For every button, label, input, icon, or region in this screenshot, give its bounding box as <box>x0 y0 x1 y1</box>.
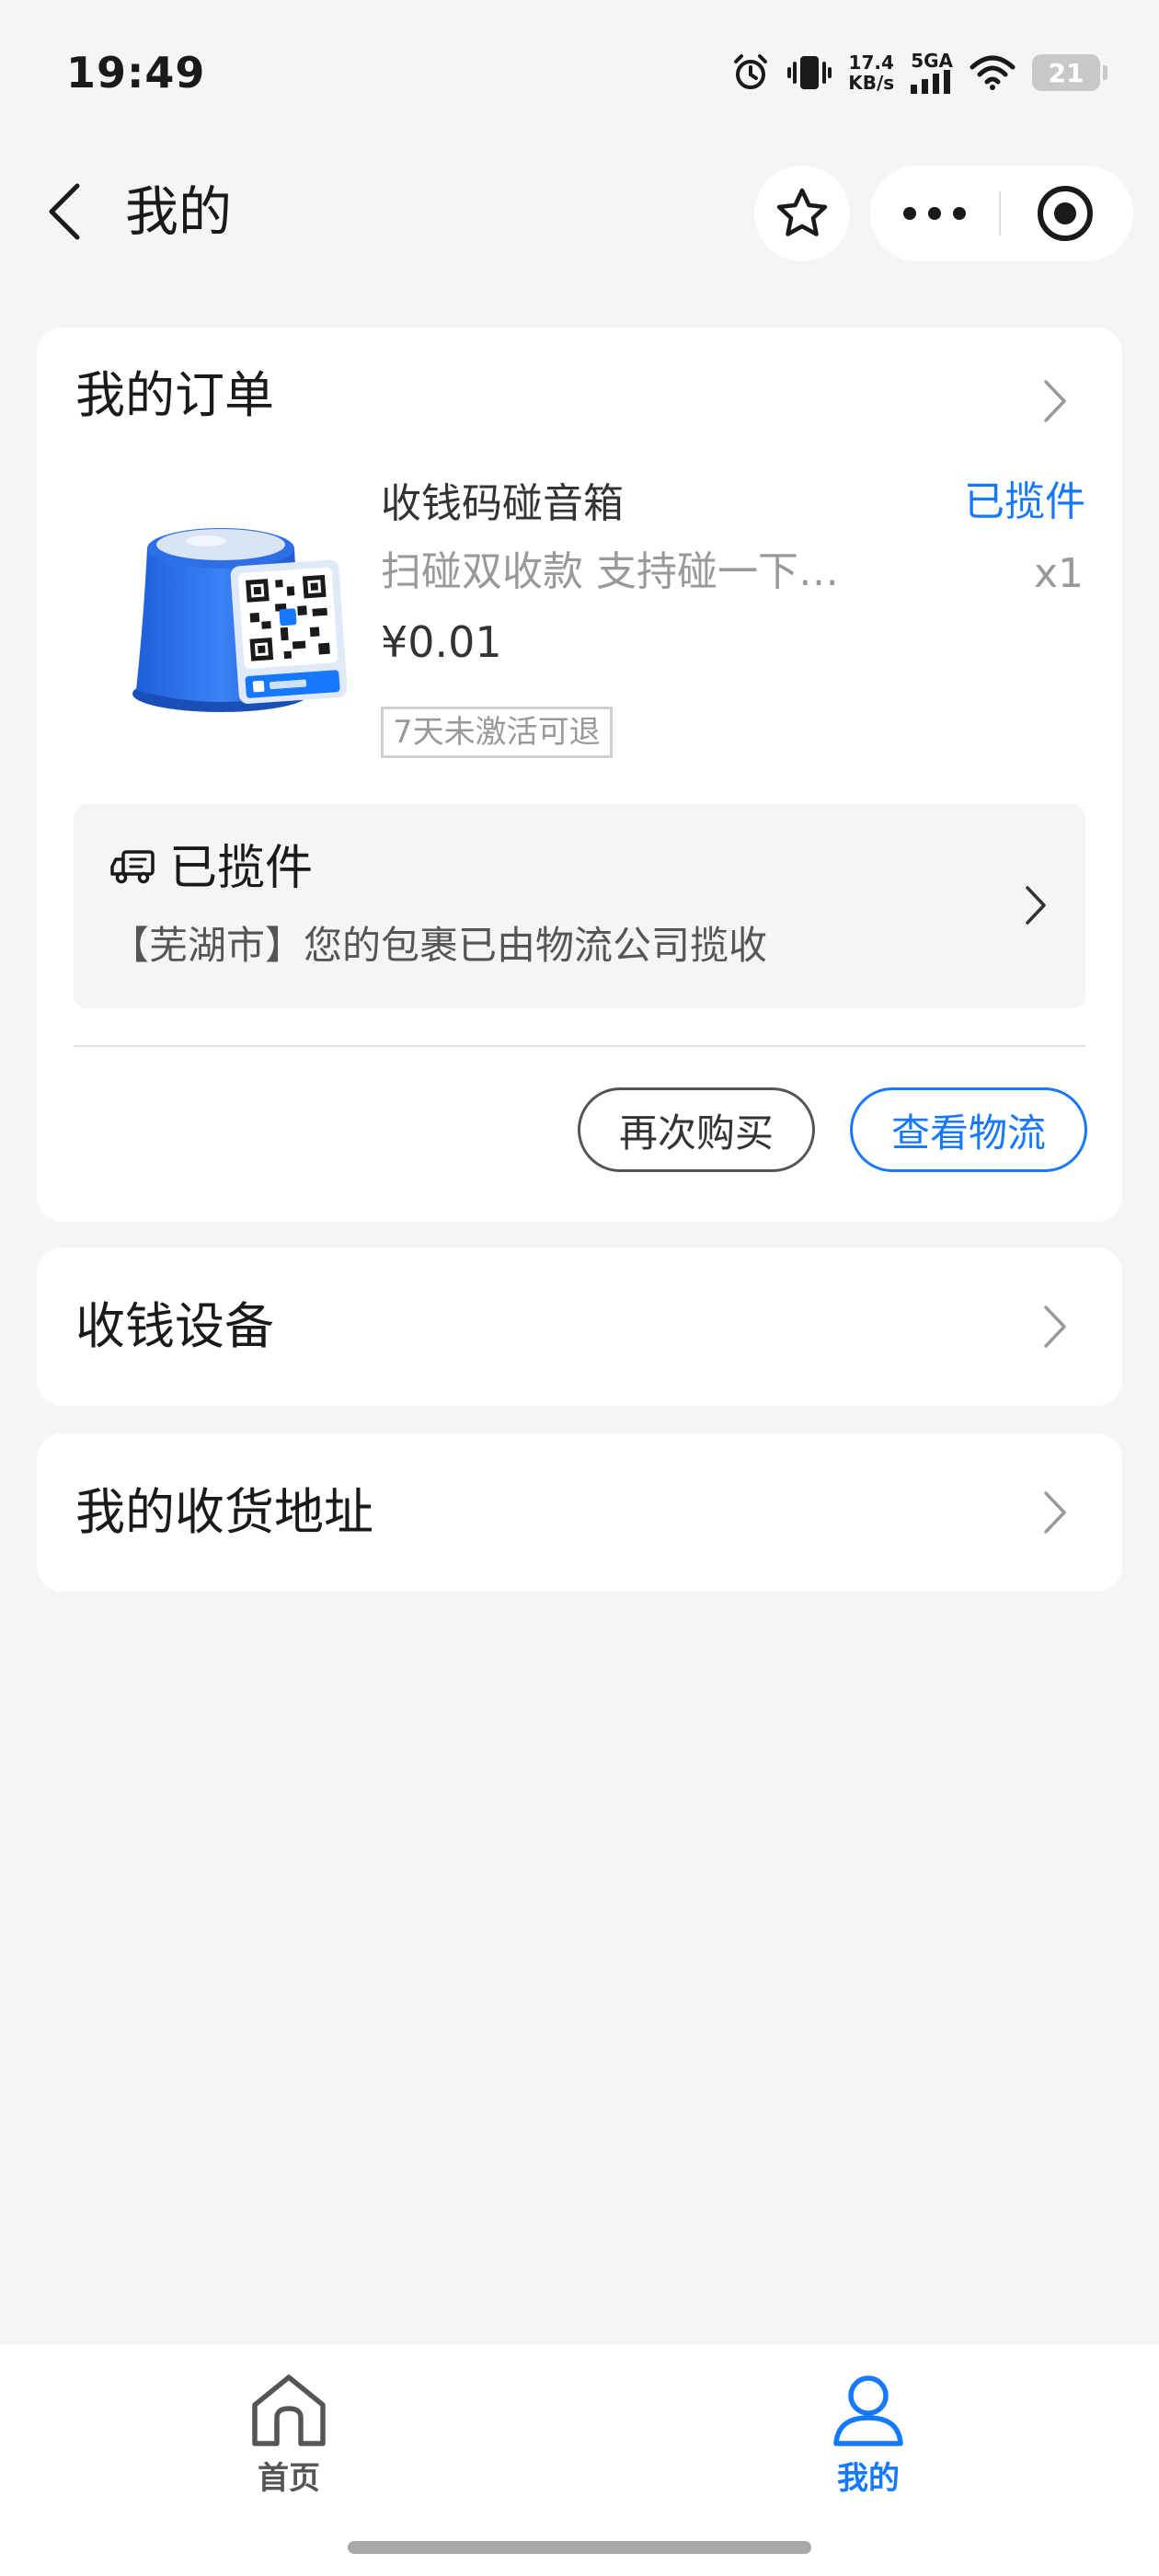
signal-icon <box>911 70 951 94</box>
order-header[interactable]: 我的订单 <box>75 362 274 429</box>
product-price: ¥0.01 <box>381 617 502 667</box>
page-title: 我的 <box>125 180 233 243</box>
home-icon <box>252 2375 326 2446</box>
status-bar: 19:49 17.4 KB/s 5GA 21 <box>0 0 1159 147</box>
return-policy-tag: 7天未激活可退 <box>381 707 613 758</box>
more-dots-icon <box>903 207 966 220</box>
favorite-button[interactable] <box>754 166 850 261</box>
mini-program-capsule <box>870 166 1133 261</box>
network-speed: 17.4 KB/s <box>848 52 895 94</box>
status-time: 19:49 <box>66 48 206 98</box>
order-status-badge: 已揽件 <box>964 478 1085 525</box>
payment-devices-row[interactable]: 收钱设备 <box>37 1248 1122 1406</box>
product-quantity: x1 <box>1033 550 1084 597</box>
product-description: 扫碰双收款 支持碰一下… <box>381 548 839 595</box>
truck-icon <box>110 848 156 889</box>
vibrate-icon <box>787 56 832 89</box>
nav-bar: 我的 <box>0 156 1159 267</box>
rebuy-button[interactable]: 再次购买 <box>578 1087 815 1172</box>
logistics-summary[interactable]: 已揽件 【芜湖市】您的包裹已由物流公司揽收 <box>74 804 1085 1008</box>
order-divider <box>74 1045 1085 1047</box>
chevron-right-icon <box>1044 1491 1066 1534</box>
product-name[interactable]: 收钱码碰音箱 <box>381 475 624 534</box>
star-icon <box>776 188 828 236</box>
devices-chevron <box>1043 1305 1067 1349</box>
shipping-address-label: 我的收货地址 <box>75 1483 373 1541</box>
address-chevron <box>1043 1490 1067 1535</box>
tab-mine-label: 我的 <box>837 2460 900 2497</box>
speaker-device-illustration <box>132 528 348 712</box>
shipping-address-row[interactable]: 我的收货地址 <box>37 1433 1122 1592</box>
back-button[interactable] <box>37 183 92 240</box>
user-icon <box>833 2375 903 2446</box>
battery-indicator: 21 <box>1032 54 1107 91</box>
logistics-detail: 【芜湖市】您的包裹已由物流公司揽收 <box>110 923 768 968</box>
logistics-chevron <box>1025 885 1047 926</box>
cellular-signal: 5GA <box>911 52 953 94</box>
payment-devices-label: 收钱设备 <box>75 1297 274 1355</box>
status-icons: 17.4 KB/s 5GA 21 <box>730 52 1107 94</box>
back-arrow-icon <box>49 183 80 240</box>
chevron-right-icon <box>1026 886 1046 925</box>
product-image[interactable] <box>110 484 368 742</box>
chevron-right-icon <box>1044 380 1066 422</box>
view-logistics-button[interactable]: 查看物流 <box>850 1087 1087 1172</box>
tab-home-label: 首页 <box>258 2460 320 2497</box>
alarm-icon <box>734 54 768 89</box>
chevron-right-icon <box>1044 1305 1066 1348</box>
logistics-title: 已揽件 <box>169 841 314 896</box>
tab-home[interactable]: 首页 <box>197 2372 381 2498</box>
close-mini-program-button[interactable] <box>1001 166 1130 261</box>
wifi-icon <box>970 55 1016 90</box>
order-card: 我的订单 收钱码碰音箱 已揽件 扫碰双收款 支持碰一下… x1 ¥0.01 7天… <box>37 328 1122 1222</box>
more-button[interactable] <box>870 166 999 261</box>
order-chevron[interactable] <box>1043 379 1067 423</box>
target-circle-icon <box>1038 186 1093 241</box>
home-indicator <box>348 2541 811 2554</box>
tab-mine[interactable]: 我的 <box>776 2372 960 2498</box>
